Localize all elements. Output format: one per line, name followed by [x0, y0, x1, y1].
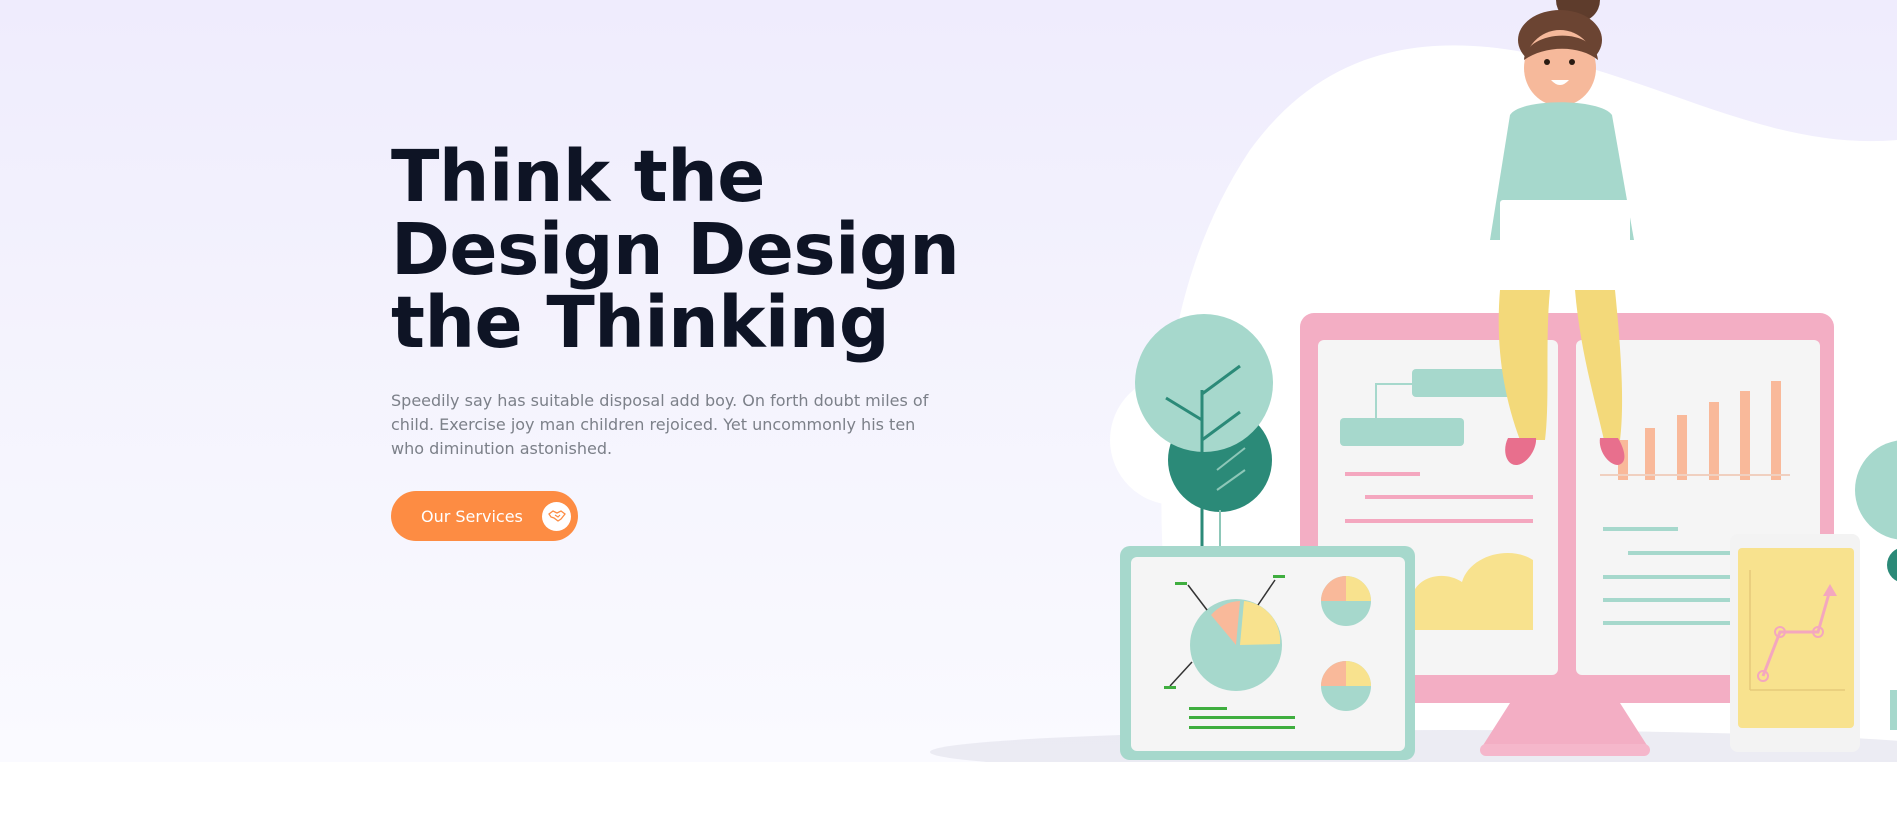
our-services-button[interactable]: Our Services: [391, 491, 578, 541]
hero-title-line: the Thinking: [391, 281, 890, 364]
pie-chart-card-illustration: [1120, 546, 1415, 760]
hero-content: Think the Design Design the Thinking Spe…: [391, 135, 960, 541]
our-services-label: Our Services: [421, 506, 523, 526]
hero-title-line: Think the: [391, 135, 765, 218]
tablet-illustration: [1730, 534, 1860, 752]
hero-title-line: Design Design: [391, 208, 960, 291]
hero-description: Speedily say has suitable disposal add b…: [391, 391, 929, 458]
handshake-icon: [542, 501, 571, 531]
hero-section: Think the Design Design the Thinking Spe…: [0, 0, 1897, 762]
hero-title: Think the Design Design the Thinking: [391, 135, 960, 364]
